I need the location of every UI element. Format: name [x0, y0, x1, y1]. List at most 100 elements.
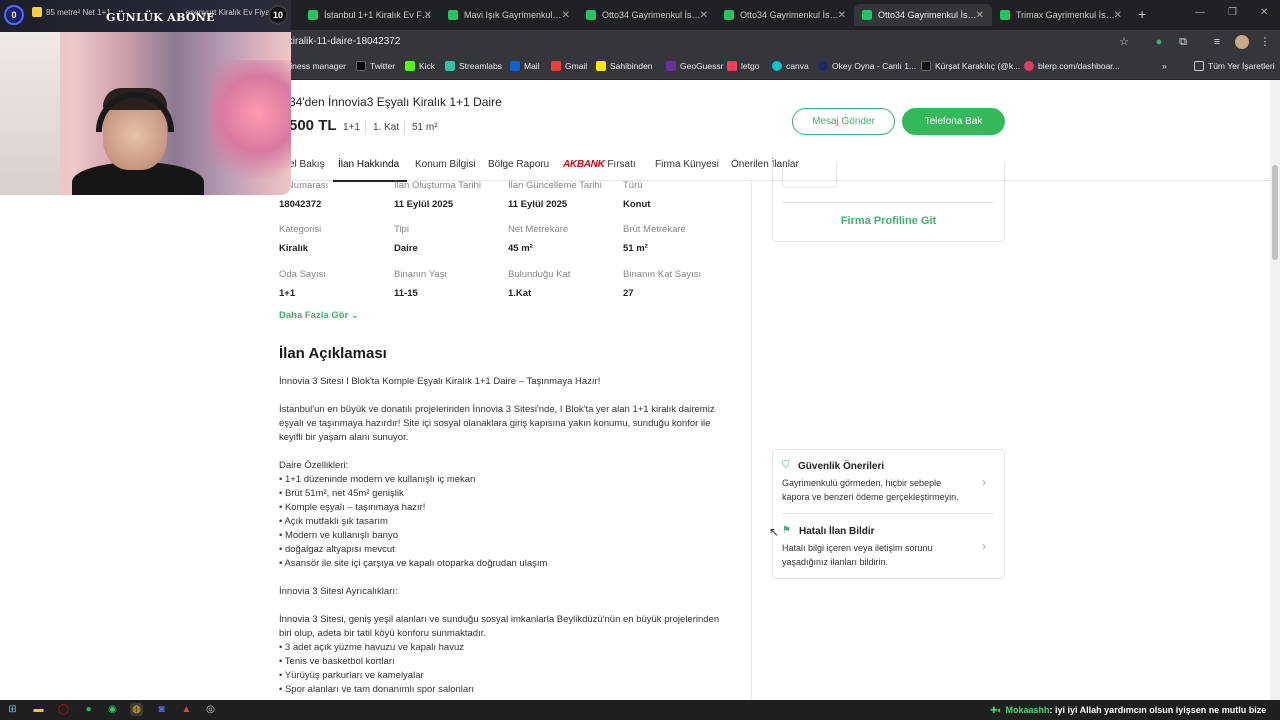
window-minimize-icon[interactable]: — [1195, 7, 1205, 18]
tab-company-info[interactable]: Firma Künyesi [655, 159, 719, 170]
window-close-icon[interactable]: ✕ [1260, 7, 1268, 18]
company-profile-link[interactable]: Firma Profiline Git [772, 215, 1005, 227]
site-favicon-icon [862, 10, 872, 20]
bookmarks-overflow-icon[interactable]: » [1162, 61, 1167, 71]
show-phone-button[interactable]: Telefona Bak [902, 108, 1005, 135]
chat-text: : iyi iyi Allah yardımcın olsun iyişsen … [1049, 705, 1267, 715]
webcam-overlay: 85 metre² Net 1+1 esenyurt Kiralık Ev Fiy… [0, 0, 291, 195]
detail-label: Türü [623, 180, 643, 191]
bookmark-label: Twitter [370, 61, 396, 71]
send-message-button[interactable]: Mesaj Gönder [792, 108, 895, 135]
subscriber-goal-right: 10 [268, 5, 288, 25]
tab-about-listing[interactable]: İlan Hakkında [338, 159, 399, 170]
bookmark-item[interactable]: Kürşat Karakılıç (@k... [921, 61, 1020, 71]
detail-label: Oda Sayısı [279, 269, 326, 280]
tab-title: Otto34 Gayrimenkul İstanbul [740, 10, 840, 20]
detail-value: Konut [623, 199, 651, 210]
profile-avatar[interactable] [1235, 35, 1249, 49]
canva-icon [772, 61, 782, 71]
bookmark-star-icon[interactable]: ☆ [1117, 35, 1131, 49]
bookmark-item[interactable]: Kick [405, 61, 435, 71]
tab-overview[interactable]: el Bakış [289, 159, 325, 170]
webcam-rgb-light [210, 60, 291, 195]
bookmark-item[interactable]: Mail [510, 61, 540, 71]
tab-close-icon[interactable]: ✕ [562, 10, 570, 21]
bookmark-label: Sahibinden [610, 61, 653, 71]
bookmark-item[interactable]: letgo [727, 61, 759, 71]
browser-tab-active[interactable]: Otto34 Gayrimenkul İstanbul ✕ [854, 4, 992, 26]
obs-icon[interactable]: ◎ [204, 703, 217, 716]
bookmark-item[interactable]: GeoGuessr [666, 61, 723, 71]
detail-label: İlan Oluşturma Tarihi [394, 180, 481, 191]
bookmark-item[interactable]: Gmail [551, 61, 587, 71]
description-line: • Asansör ile site içi çarşıya ve kapalı… [279, 558, 548, 569]
report-title[interactable]: Hatalı İlan Bildir [799, 526, 875, 537]
tab-close-icon[interactable]: ✕ [976, 10, 984, 21]
detail-label: Brüt Metrekare [623, 224, 686, 235]
chrome-icon[interactable]: ◍ [130, 703, 143, 716]
description-line: • Brüt 51m², net 45m² genişlik [279, 488, 404, 499]
tab-akbank-offer[interactable]: AKBANK Fırsatı [563, 159, 636, 170]
kick-icon [405, 61, 415, 71]
whatsapp-icon[interactable]: ◉ [106, 703, 119, 716]
webcam-tab-text: 85 metre² Net 1+1 [46, 7, 111, 17]
mouse-cursor-icon: ↖ [769, 525, 780, 539]
detail-label: Binanın Yaşı [394, 269, 447, 280]
description-line: keyifli bir yaşam alanı sunuyor. [279, 432, 409, 443]
extension-icon[interactable]: ● [1152, 35, 1166, 49]
card-divider [782, 202, 995, 203]
safety-title[interactable]: Güvenlik Önerileri [798, 461, 884, 472]
sahibinden-icon [596, 61, 606, 71]
detail-item: Kategorisi Kiralık [279, 224, 321, 254]
browser-tab[interactable]: Mavi Işık Gayrimenkul İstanbul ✕ [440, 4, 578, 26]
browser-tab[interactable]: İstanbul 1+1 Kiralık Ev Fiyatları ✕ [300, 4, 440, 26]
tab-region-report[interactable]: Bölge Raporu [488, 159, 549, 170]
site-favicon-icon [586, 10, 596, 20]
tab-close-icon[interactable]: ✕ [1114, 10, 1122, 21]
windows-start-icon[interactable]: ⊞ [6, 703, 19, 716]
extensions-puzzle-icon[interactable]: ⧉ [1176, 35, 1190, 49]
detail-value: 27 [623, 288, 634, 299]
site-favicon-icon [724, 10, 734, 20]
bookmark-item[interactable]: canva [772, 61, 809, 71]
show-more-link[interactable]: Daha Fazla Gör ⌄ [279, 310, 359, 321]
media-icon[interactable]: ≡ [1210, 35, 1224, 49]
tab-location[interactable]: Konum Bilgisi [415, 159, 476, 170]
gmail-icon [551, 61, 561, 71]
chevron-right-icon[interactable]: › [982, 539, 986, 553]
discord-icon[interactable]: ◙ [155, 703, 168, 716]
file-explorer-icon[interactable]: ▬ [32, 703, 45, 716]
browser-tab[interactable]: Trimax Gayrimenkul İstanbul ✕ [992, 4, 1130, 26]
safety-text: Gayrimenkulü görmeden, hiçbir sebeple ka… [782, 478, 959, 502]
address-bar[interactable]: li-kiralik-11-daire-18042372 [280, 36, 400, 47]
spotify-icon[interactable]: ● [82, 703, 95, 716]
description-line: • Komple eşyalı – taşınmaya hazır! [279, 502, 426, 513]
detail-item: Binanın Kat Sayısı 27 [623, 269, 701, 299]
browser-menu-icon[interactable]: ⋮ [1258, 35, 1272, 49]
all-bookmarks-button[interactable]: Tüm Yer İşaretleri [1194, 61, 1275, 71]
bookmark-item[interactable]: blerp.com/dashboar... [1024, 61, 1120, 71]
tab-close-icon[interactable]: ✕ [424, 10, 432, 21]
tab-close-icon[interactable]: ✕ [700, 10, 708, 21]
opera-icon[interactable]: ◯ [57, 703, 70, 716]
sahibinden-icon [32, 7, 42, 17]
detail-item: Oda Sayısı 1+1 [279, 269, 326, 299]
tab-close-icon[interactable]: ✕ [838, 10, 846, 21]
bookmark-item[interactable]: Sahibinden [596, 61, 653, 71]
detail-item: Binanın Yaşı 11-15 [394, 269, 447, 299]
bookmark-item[interactable]: Streamlabs [445, 61, 502, 71]
tab-title: Trimax Gayrimenkul İstanbul [1016, 10, 1116, 20]
window-restore-icon[interactable]: ❐ [1228, 7, 1237, 18]
chevron-right-icon[interactable]: › [982, 475, 986, 489]
tab-title: Otto34 Gayrimenkul İstanbul [878, 10, 978, 20]
browser-tab[interactable]: Otto34 Gayrimenkul İstanbul ✕ [578, 4, 716, 26]
new-tab-button[interactable]: + [1138, 6, 1146, 22]
scrollbar-thumb[interactable] [1272, 165, 1278, 260]
webcam-background [0, 32, 60, 195]
browser-tab[interactable]: Otto34 Gayrimenkul İstanbul ✕ [716, 4, 854, 26]
bookmark-item[interactable]: Twitter [356, 61, 395, 71]
bookmark-item[interactable]: Okey Oyna - Canlı 1... [818, 61, 916, 71]
streamlabs-icon[interactable]: ▲ [180, 703, 193, 716]
report-text: Hatalı bilgi içeren veya iletişim sorunu… [782, 543, 933, 567]
bookmark-item[interactable]: siness manager [286, 61, 346, 71]
